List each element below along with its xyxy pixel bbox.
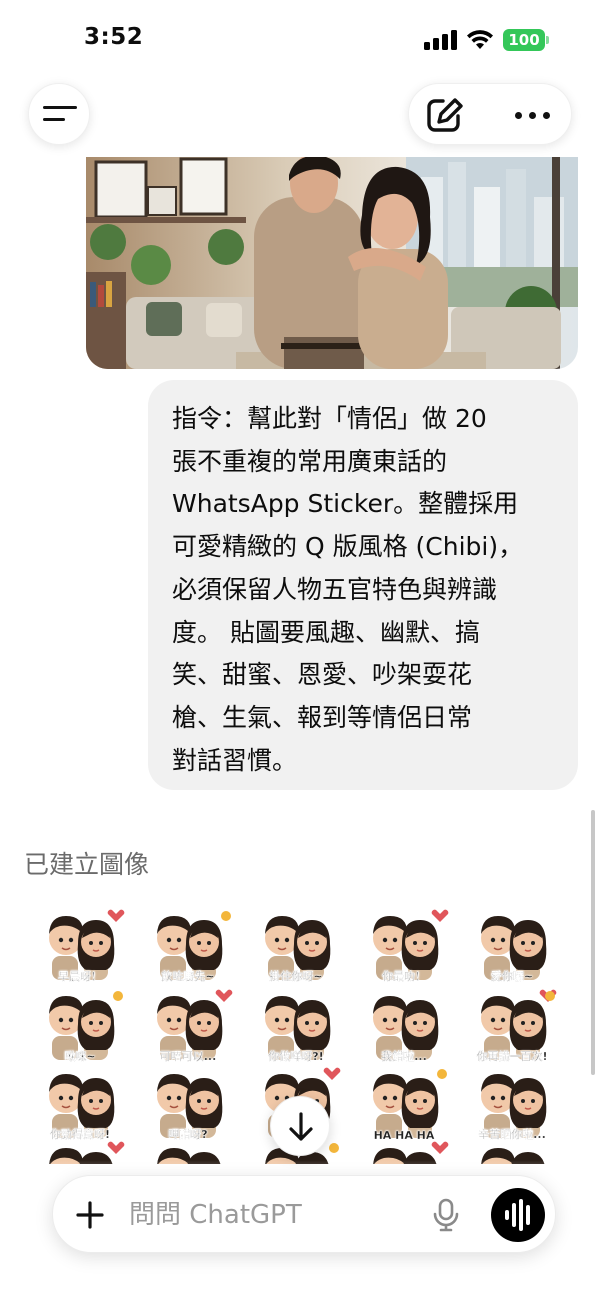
uploaded-couple-photo[interactable] bbox=[86, 157, 578, 369]
sticker-item[interactable]: 愛你囉~ bbox=[462, 904, 562, 986]
sticker-caption: 掛住你呀~ bbox=[269, 970, 323, 983]
sticker-item[interactable]: 掛住你呀~ bbox=[246, 904, 346, 986]
menu-button[interactable] bbox=[28, 83, 90, 145]
sticker-caption: 你最叻！ bbox=[382, 970, 426, 983]
sticker-caption: 飲咗嘢先~ bbox=[161, 970, 215, 983]
sticker-item[interactable]: 我錯啦... bbox=[354, 984, 454, 1066]
cellular-signal-icon bbox=[424, 30, 458, 50]
message-input[interactable] bbox=[129, 1198, 409, 1232]
plus-icon[interactable] bbox=[75, 1200, 105, 1230]
scrollbar-thumb[interactable] bbox=[591, 810, 595, 1075]
sticker-item[interactable]: 你勁得意呀! bbox=[30, 1062, 130, 1144]
status-bar: 3:52 100 bbox=[0, 0, 600, 80]
battery-indicator: 100 bbox=[503, 29, 545, 51]
image-created-label: 已建立圖像 bbox=[24, 850, 150, 879]
edit-icon[interactable] bbox=[425, 96, 465, 134]
top-actions bbox=[408, 83, 572, 145]
voice-mode-button[interactable] bbox=[491, 1188, 545, 1242]
sticker-item[interactable]: 早晨呀！ bbox=[30, 904, 130, 986]
status-time: 3:52 bbox=[84, 24, 144, 50]
sticker-item[interactable]: 啾咪~ bbox=[30, 984, 130, 1066]
scroll-down-button[interactable] bbox=[270, 1096, 330, 1156]
sticker-caption: 愛你囉~ bbox=[490, 970, 534, 983]
sticker-item[interactable]: 可唔可以... bbox=[138, 984, 238, 1066]
sticker-item[interactable]: 你最叻！ bbox=[354, 904, 454, 986]
arrow-down-icon bbox=[289, 1112, 313, 1141]
sticker-item[interactable]: 你做咩呀?! bbox=[246, 984, 346, 1066]
mic-icon[interactable] bbox=[433, 1198, 459, 1232]
user-message-text: 指令：幫此對「情侶」做 20 張不重複的常用廣東話的 WhatsApp Stic… bbox=[172, 404, 524, 775]
more-icon[interactable] bbox=[507, 96, 557, 134]
sticker-caption: 早晨呀！ bbox=[58, 970, 102, 983]
sticker-item[interactable]: 你再講一百次! bbox=[462, 984, 562, 1066]
sticker-item[interactable]: 飲咗嘢先~ bbox=[138, 904, 238, 986]
user-message-bubble[interactable]: 指令：幫此對「情侶」做 20 張不重複的常用廣東話的 WhatsApp Stic… bbox=[148, 380, 578, 790]
sticker-item[interactable]: 呷醋呀? bbox=[138, 1062, 238, 1144]
battery-nub bbox=[546, 36, 549, 44]
wifi-icon bbox=[467, 30, 493, 49]
sticker-item[interactable]: HA HA HA bbox=[354, 1062, 454, 1144]
composer bbox=[52, 1175, 556, 1253]
sticker-item[interactable]: 辛苦晒你啦... bbox=[462, 1062, 562, 1144]
